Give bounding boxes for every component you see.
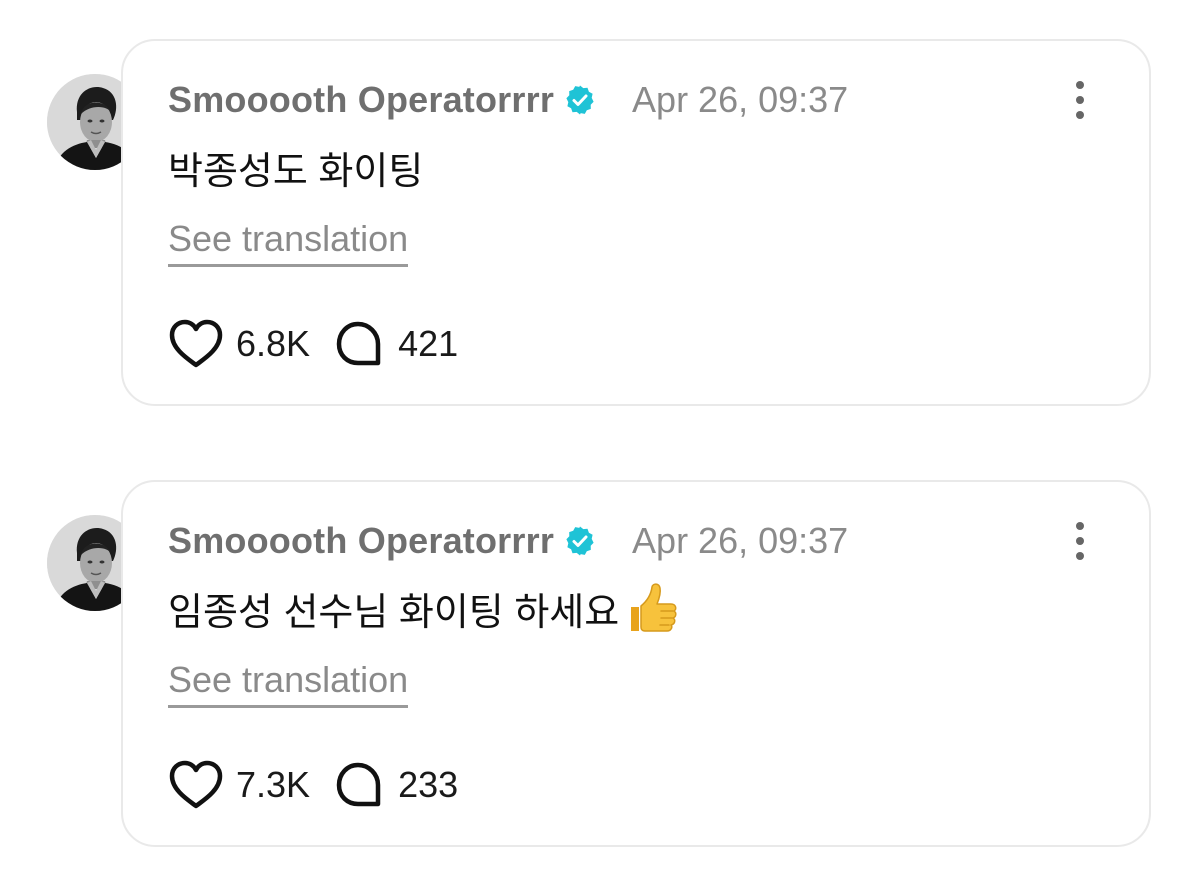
like-button[interactable]: 6.8K xyxy=(168,319,310,369)
post-text-content: 임종성 선수님 화이팅 하세요 xyxy=(168,591,620,634)
post-header: Smooooth Operatorrrr Apr 26, 09:37 xyxy=(168,519,848,563)
thumbs-up-emoji-icon xyxy=(621,579,679,637)
post-text-content: 박종성도 화이팅 xyxy=(168,150,424,193)
comment-bubble-icon xyxy=(336,321,381,366)
username[interactable]: Smooooth Operatorrrr xyxy=(168,79,554,121)
post-2: Smooooth Operatorrrr Apr 26, 09:37 임종성 선… xyxy=(0,441,1200,851)
like-count: 6.8K xyxy=(236,323,311,364)
post-actions: 6.8K 421 xyxy=(168,318,458,370)
reply-count: 233 xyxy=(398,764,459,805)
verified-badge-icon xyxy=(564,525,596,557)
reply-button[interactable]: 233 xyxy=(334,760,458,810)
post-timestamp[interactable]: Apr 26, 09:37 xyxy=(632,79,848,121)
heart-icon xyxy=(169,319,223,368)
post-header: Smooooth Operatorrrr Apr 26, 09:37 xyxy=(168,78,848,122)
post-1: Smooooth Operatorrrr Apr 26, 09:37 박종성도 … xyxy=(0,0,1200,410)
reply-button[interactable]: 421 xyxy=(334,319,458,369)
reply-count: 421 xyxy=(398,323,459,364)
like-button[interactable]: 7.3K xyxy=(168,760,310,810)
heart-icon xyxy=(169,760,223,809)
comment-bubble-icon xyxy=(336,762,381,807)
username[interactable]: Smooooth Operatorrrr xyxy=(168,520,554,562)
like-count: 7.3K xyxy=(236,764,311,805)
more-options-icon[interactable] xyxy=(1064,519,1096,563)
post-text: 박종성도 화이팅 xyxy=(168,142,424,193)
post-text: 임종성 선수님 화이팅 하세요 xyxy=(168,583,679,634)
see-translation-link[interactable]: See translation xyxy=(168,218,409,267)
post-actions: 7.3K 233 xyxy=(168,759,458,811)
post-timestamp[interactable]: Apr 26, 09:37 xyxy=(632,520,848,562)
see-translation-link[interactable]: See translation xyxy=(168,659,409,708)
verified-badge-icon xyxy=(564,84,596,116)
more-options-icon[interactable] xyxy=(1064,78,1096,122)
